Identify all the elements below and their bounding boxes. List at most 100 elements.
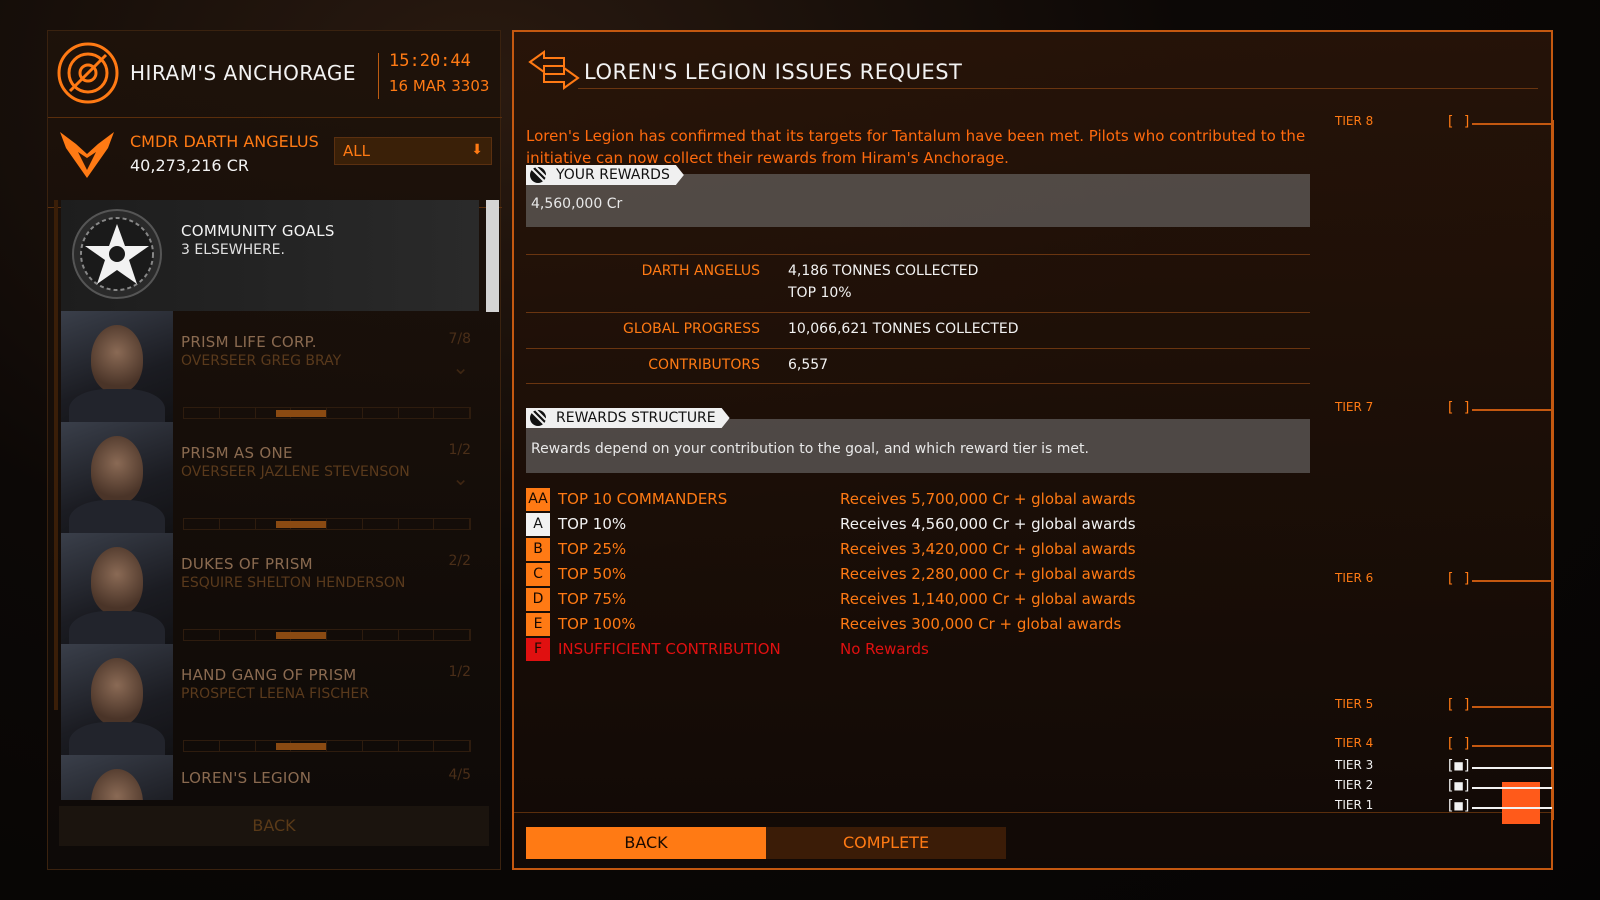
goal-list: COMMUNITY GOALS 3 ELSEWHERE. PRISM LIFE … [61,200,501,800]
commander-row: CMDR DARTH ANGELUS 40,273,216 CR ALL ⬇ [48,118,502,208]
tier-marker: TIER 2 [■] [1320,778,1554,798]
tier-marker: TIER 5 [ ] [1320,697,1554,717]
tier-badge: AA [526,488,550,511]
stat-value: 10,066,621 TONNES COLLECTED [788,321,1019,337]
list-item-goal[interactable]: HAND GANG OF PRISM PROSPECT LEENA FISCHE… [61,644,479,755]
your-rewards-tag: YOUR REWARDS [526,165,684,185]
swap-arrows-icon [528,50,580,90]
commander-name: CMDR DARTH ANGELUS [130,132,319,151]
tier-name: TOP 100% [558,615,636,633]
rewards-icon [529,166,547,184]
goal-description: Loren's Legion has confirmed that its ta… [526,127,1306,167]
clock-date: 16 MAR 3303 [389,77,490,95]
list-item-title: LOREN'S LEGION [181,769,312,787]
complete-button[interactable]: COMPLETE [766,827,1006,859]
rank-emblem-icon [60,132,114,178]
tier-name: TOP 10 COMMANDERS [558,490,728,508]
rewards-structure-text: Rewards depend on your contribution to t… [531,441,1089,457]
tier-reward: Receives 4,560,000 Cr + global awards [840,515,1136,533]
list-item-count: 1/2 [448,664,471,680]
back-button[interactable]: BACK [526,827,766,859]
list-item-subtitle: OVERSEER JAZLENE STEVENSON [181,464,410,480]
filter-dropdown[interactable]: ALL ⬇ [334,137,492,165]
stat-label: DARTH ANGELUS [641,263,760,279]
list-item-goal[interactable]: PRISM LIFE CORP. OVERSEER GREG BRAY 7/8 … [61,311,479,422]
tier-badge: F [526,638,550,661]
tier-badge: A [526,513,550,536]
tier-label: TIER 8 [1335,114,1374,128]
tier-checkbox: [ ] [1446,697,1472,713]
tier-name: TOP 10% [558,515,627,533]
community-goals-icon [72,209,162,299]
list-item-count: 1/2 [448,442,471,458]
left-back-button[interactable]: BACK [59,806,489,846]
stat-row: GLOBAL PROGRESS 10,066,621 TONNES COLLEC… [526,312,1310,348]
tier-checkbox: [ ] [1446,736,1472,752]
list-item-community-goals[interactable]: COMMUNITY GOALS 3 ELSEWHERE. [61,200,479,311]
tier-label: TIER 7 [1335,400,1374,414]
tier-marker: TIER 4 [ ] [1320,736,1554,756]
stat-row: DARTH ANGELUS 4,186 TONNES COLLECTED TOP… [526,254,1310,312]
tier-badge: D [526,588,550,611]
header-divider [378,53,379,99]
tier-name: TOP 25% [558,540,627,558]
list-scrollbar[interactable] [486,200,499,312]
tier-marker: TIER 3 [■] [1320,758,1554,778]
tier-label: TIER 2 [1335,778,1374,792]
list-item-goal[interactable]: DUKES OF PRISM ESQUIRE SHELTON HENDERSON… [61,533,479,644]
list-item-title: DUKES OF PRISM [181,555,313,573]
portrait-image [61,755,173,800]
list-item-title: COMMUNITY GOALS [181,222,335,240]
tier-checkbox: [ ] [1446,114,1472,130]
goal-progress-bar [183,518,471,530]
tier-badge: C [526,563,550,586]
tier-label: TIER 1 [1335,798,1374,812]
faction-emblem-icon: ⌄ [452,355,469,379]
filter-dropdown-value: ALL [343,142,370,160]
list-item-subtitle: PROSPECT LEENA FISCHER [181,686,370,702]
reward-tier-row: B TOP 25% Receives 3,420,000 Cr + global… [526,538,1326,562]
list-item-count: 2/2 [448,553,471,569]
list-item-goal[interactable]: LOREN'S LEGION 4/5 [61,755,479,800]
tier-checkbox: [■] [1446,778,1472,794]
reward-tier-row: AA TOP 10 COMMANDERS Receives 5,700,000 … [526,488,1326,512]
down-arrow-icon: ⬇ [471,142,483,158]
goal-progress-bar [183,629,471,641]
tier-progress-track: TIER 8 [ ] TIER 7 [ ] TIER 6 [ ] TIER 5 … [1320,30,1556,830]
tier-name: TOP 50% [558,565,627,583]
portrait-image [61,644,173,755]
tier-checkbox: [ ] [1446,571,1472,587]
station-header: HIRAM'S ANCHORAGE 15:20:44 16 MAR 3303 [48,31,502,118]
tier-marker: TIER 1 [■] [1320,798,1554,818]
stat-value: 6,557 [788,357,829,373]
stat-value-rank: TOP 10% [788,285,852,301]
reward-tier-row: C TOP 50% Receives 2,280,000 Cr + global… [526,563,1326,587]
list-item-count: 4/5 [448,767,471,783]
rewards-structure-label: REWARDS STRUCTURE [556,410,716,426]
list-item-subtitle: OVERSEER GREG BRAY [181,353,342,369]
station-name: HIRAM'S ANCHORAGE [130,61,356,85]
faction-emblem-icon: ⌄ [452,466,469,490]
list-scroll-track [54,200,58,710]
tier-label: TIER 5 [1335,697,1374,711]
list-item-subtitle: ESQUIRE SHELTON HENDERSON [181,575,406,591]
list-item-goal[interactable]: PRISM AS ONE OVERSEER JAZLENE STEVENSON … [61,422,479,533]
page-title: LOREN'S LEGION ISSUES REQUEST [584,60,963,84]
list-item-subtitle: 3 ELSEWHERE. [181,242,285,258]
list-item-title: HAND GANG OF PRISM [181,666,357,684]
tier-badge: B [526,538,550,561]
tier-checkbox: [■] [1446,758,1472,774]
stat-value: 4,186 TONNES COLLECTED [788,263,979,279]
reward-tier-row: E TOP 100% Receives 300,000 Cr + global … [526,613,1326,637]
reward-tier-row: A TOP 10% Receives 4,560,000 Cr + global… [526,513,1326,537]
goal-progress-bar [183,740,471,752]
tier-reward: Receives 300,000 Cr + global awards [840,615,1122,633]
tier-reward: Receives 5,700,000 Cr + global awards [840,490,1136,508]
goal-progress-bar [183,407,471,419]
tier-checkbox: [ ] [1446,400,1472,416]
station-logo-icon [57,42,119,104]
tier-label: TIER 3 [1335,758,1374,772]
rewards-structure-tag: REWARDS STRUCTURE [526,408,730,428]
portrait-image [61,533,173,644]
reward-tier-row: F INSUFFICIENT CONTRIBUTION No Rewards [526,638,1326,662]
